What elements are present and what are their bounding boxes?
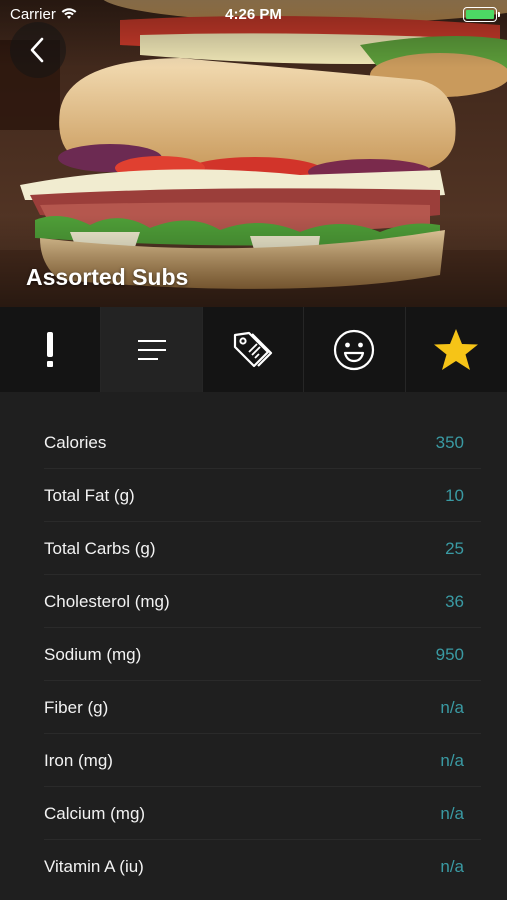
nutrition-row: Calories 350 <box>44 416 464 469</box>
nutrition-value: 25 <box>445 538 464 558</box>
nutrition-value: 36 <box>445 591 464 611</box>
back-button[interactable] <box>10 22 66 78</box>
wifi-icon <box>61 8 77 19</box>
nutrition-list: Calories 350 Total Fat (g) 10 Total Carbs (g… <box>0 392 507 900</box>
nutrition-value: n/a <box>440 750 464 770</box>
nutrition-row: Calcium (mg) n/a <box>44 787 464 840</box>
tab-tags[interactable] <box>202 307 305 392</box>
nutrition-row: Vitamin A (iu) n/a <box>44 840 464 893</box>
battery-level <box>466 9 494 19</box>
nutrition-label: Total Carbs (g) <box>44 538 156 558</box>
nutrition-label: Iron (mg) <box>44 750 113 770</box>
nutrition-value: n/a <box>440 803 464 823</box>
status-bar: Carrier 4:26 PM <box>0 0 507 28</box>
nutrition-row: Total Carbs (g) 25 <box>44 522 464 575</box>
nutrition-value: n/a <box>440 697 464 717</box>
chevron-left-icon <box>30 37 44 63</box>
nutrition-value: n/a <box>440 856 464 876</box>
nutrition-label: Calcium (mg) <box>44 803 146 823</box>
smiley-face-icon <box>334 329 375 370</box>
tab-bar <box>0 307 507 392</box>
hero-shade <box>0 0 507 307</box>
nutrition-value: 350 <box>435 432 464 452</box>
price-tags-icon <box>233 331 273 367</box>
page-title: Assorted Subs <box>26 264 189 290</box>
carrier-label: Carrier <box>10 5 56 23</box>
nutrition-row: Fiber (g) n/a <box>44 681 464 734</box>
tab-favorite[interactable] <box>405 307 507 392</box>
nutrition-label: Calories <box>44 432 107 452</box>
nutrition-row: Cholesterol (mg) 36 <box>44 575 464 628</box>
menu-lines-icon <box>137 339 166 360</box>
hero-image: Carrier 4:26 PM Assorted Subs <box>0 0 507 307</box>
nutrition-label: Total Fat (g) <box>44 485 135 505</box>
nutrition-value: 950 <box>435 644 464 664</box>
tab-feedback[interactable] <box>304 307 406 392</box>
exclamation-icon <box>47 331 54 367</box>
nutrition-row: Iron (mg) n/a <box>44 734 464 787</box>
tab-nutrition[interactable] <box>101 307 203 392</box>
nutrition-label: Fiber (g) <box>44 697 109 717</box>
nutrition-row: Sodium (mg) 950 <box>44 628 464 681</box>
nutrition-value: 10 <box>445 485 464 505</box>
nutrition-row: Total Fat (g) 10 <box>44 469 464 522</box>
star-icon <box>434 328 479 370</box>
nutrition-label: Cholesterol (mg) <box>44 591 170 611</box>
nutrition-label: Sodium (mg) <box>44 644 142 664</box>
battery-icon <box>463 6 500 22</box>
tab-info[interactable] <box>0 307 102 392</box>
nutrition-label: Vitamin A (iu) <box>44 856 144 876</box>
